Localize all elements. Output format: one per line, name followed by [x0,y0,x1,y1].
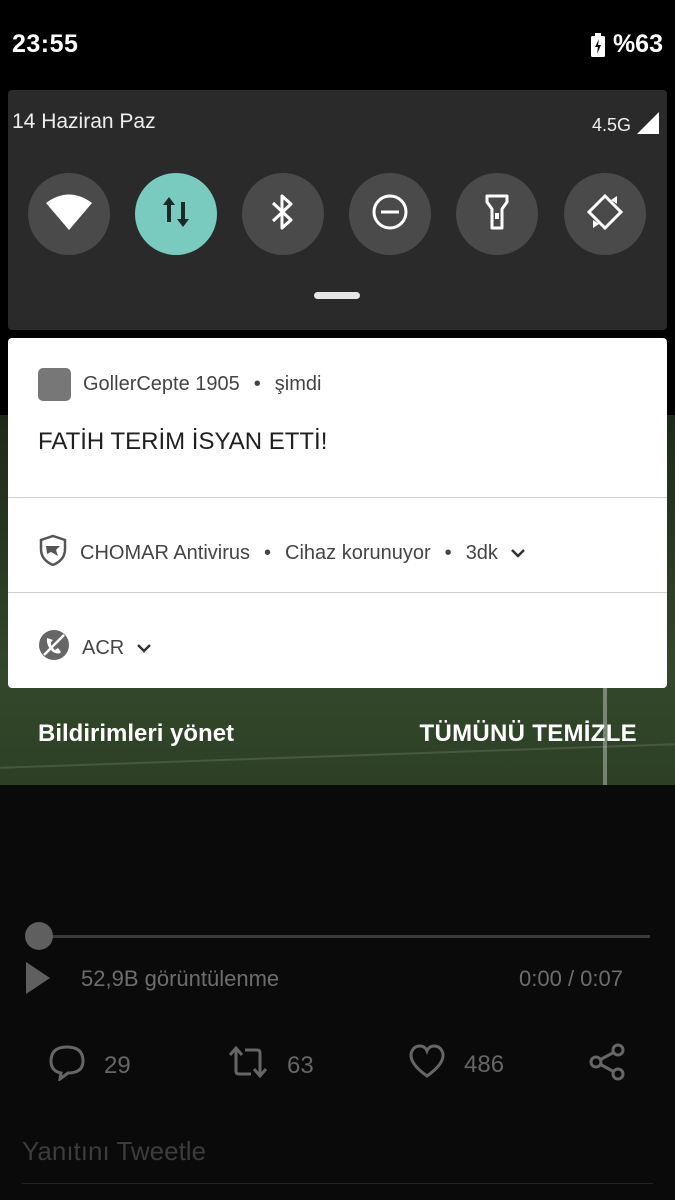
share-action[interactable] [588,1043,626,1088]
flashlight-tile[interactable] [456,173,538,255]
flashlight-icon [484,193,510,236]
retweet-icon [227,1043,269,1088]
do-not-disturb-tile[interactable] [349,173,431,255]
manage-notifications-button[interactable]: Bildirimleri yönet [38,720,234,748]
separator-dot: • [253,373,261,395]
like-count: 486 [464,1050,505,1078]
reply-count: 29 [104,1051,131,1079]
auto-rotate-tile[interactable] [564,173,646,255]
chevron-down-icon[interactable] [510,542,526,565]
notification-chomar[interactable]: CHOMAR Antivirus • Cihaz korunuyor • 3dk [8,498,667,593]
app-name: GollerCepte 1905 [83,373,240,395]
retweet-count: 63 [287,1051,314,1079]
data-arrows-icon [161,194,191,235]
status-bar: 23:55 %63 [0,0,675,90]
expand-handle[interactable] [314,292,360,299]
video-progress-knob[interactable] [25,922,53,950]
network-indicator: 4.5G [592,112,659,139]
notification-footer: Bildirimleri yönet TÜMÜNÜ TEMİZLE [0,700,675,770]
notification-time: 3dk [465,541,498,564]
battery-charging-icon [590,32,605,57]
app-name: ACR [82,636,125,659]
notification-time: şimdi [274,373,322,395]
notification-subtitle: Cihaz korunuyor [285,541,431,564]
acr-icon [38,629,70,667]
date-label: 14 Haziran Paz [12,110,156,133]
mobile-data-tile[interactable] [135,173,217,255]
rotate-icon [585,192,625,237]
bluetooth-tile[interactable] [242,173,324,255]
notification-header: GollerCepte 1905 • şimdi [38,368,321,401]
chevron-down-icon[interactable] [136,637,152,660]
tweet-actions: 29 63 486 [0,1043,675,1093]
app-icon [38,368,71,401]
network-type: 4.5G [591,115,631,135]
video-progress-track[interactable] [38,935,650,938]
reply-icon [48,1043,86,1088]
separator-dot: • [264,541,272,564]
reply-input[interactable]: Yanıtını Tweetle [22,1136,206,1167]
separator-dot: • [444,541,452,564]
app-name: CHOMAR Antivirus [80,541,251,564]
notification-list: GollerCepte 1905 • şimdi FATİH TERİM İSY… [8,338,667,688]
clear-all-button[interactable]: TÜMÜNÜ TEMİZLE [419,720,637,748]
view-count: 52,9B görüntülenme [81,966,280,991]
shield-icon [38,534,68,572]
wifi-tile[interactable] [28,173,110,255]
wifi-icon [46,194,92,235]
heart-icon [408,1043,446,1086]
like-action[interactable]: 486 [408,1043,504,1086]
notification-header: ACR [38,629,152,667]
quick-settings-panel: 14 Haziran Paz 4.5G [8,90,667,330]
battery-percent: %63 [612,30,663,58]
retweet-action[interactable]: 63 [227,1043,314,1088]
battery-indicator: %63 [590,30,663,59]
clock: 23:55 [12,30,79,58]
notification-gollercepte[interactable]: GollerCepte 1905 • şimdi FATİH TERİM İSY… [8,338,667,498]
signal-icon [637,112,659,139]
play-icon[interactable] [24,960,52,1001]
share-icon [588,1043,626,1088]
reply-divider [22,1183,653,1184]
bluetooth-icon [271,193,295,236]
do-not-disturb-icon [371,193,409,236]
notification-acr[interactable]: ACR [8,593,667,688]
reply-action[interactable]: 29 [48,1043,131,1088]
notification-header: CHOMAR Antivirus • Cihaz korunuyor • 3dk [38,534,526,572]
video-time: 0:00 / 0:07 [519,966,623,991]
notification-title: FATİH TERİM İSYAN ETTİ! [38,428,328,455]
